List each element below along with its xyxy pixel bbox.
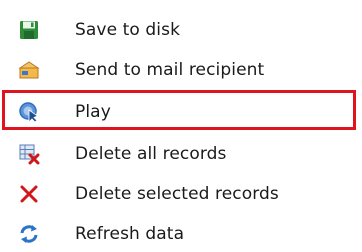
floppy-disk-icon: [18, 19, 40, 41]
delete-selected-x-icon: [18, 183, 40, 205]
mail-envelope-icon: [18, 59, 40, 81]
menu-item-label: Refresh data: [75, 224, 185, 244]
menu-item-send-to-mail-recipient[interactable]: Send to mail recipient: [0, 52, 362, 88]
refresh-icon: [18, 223, 40, 245]
menu-item-label: Save to disk: [75, 20, 181, 40]
menu-item-delete-selected-records[interactable]: Delete selected records: [0, 176, 362, 212]
menu-item-save-to-disk[interactable]: Save to disk: [0, 12, 362, 48]
menu-item-delete-all-records[interactable]: Delete all records: [0, 136, 362, 172]
context-menu: Save to disk Send to mail recipient Play: [0, 0, 362, 252]
menu-item-refresh-data[interactable]: Refresh data: [0, 216, 362, 252]
highlight-box: [2, 90, 356, 130]
menu-item-label: Send to mail recipient: [75, 60, 265, 80]
delete-all-records-icon: [18, 143, 40, 165]
menu-item-label: Delete all records: [75, 144, 227, 164]
menu-item-label: Delete selected records: [75, 184, 279, 204]
